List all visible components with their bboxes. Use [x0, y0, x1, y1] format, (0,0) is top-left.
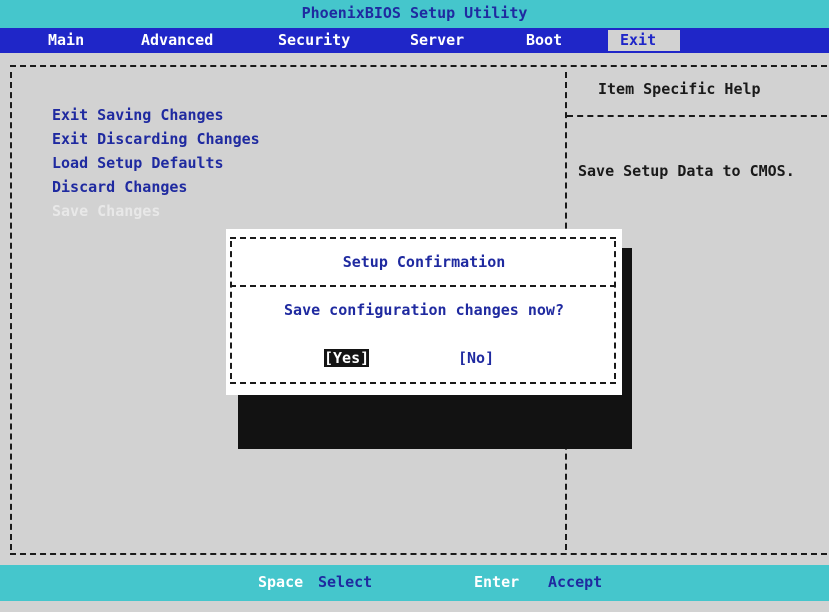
menu-boot[interactable]: Boot [520, 30, 568, 51]
confirmation-dialog: Setup Confirmation Save configuration ch… [226, 229, 622, 395]
frame-bottom-divider [10, 553, 827, 555]
title-bar: PhoenixBIOS Setup Utility [0, 0, 829, 28]
status-desc-select: Select [318, 573, 373, 591]
dialog-border-bottom [230, 382, 616, 384]
help-title: Item Specific Help [598, 80, 761, 98]
menu-main[interactable]: Main [42, 30, 90, 51]
status-key-enter: Enter [474, 573, 520, 591]
help-text: Save Setup Data to CMOS. [578, 162, 795, 180]
dialog-border-top [230, 237, 616, 239]
app-title: PhoenixBIOS Setup Utility [301, 4, 528, 22]
option-load-setup-defaults[interactable]: Load Setup Defaults [52, 154, 224, 172]
option-exit-saving-changes[interactable]: Exit Saving Changes [52, 106, 224, 124]
option-discard-changes[interactable]: Discard Changes [52, 178, 187, 196]
menu-security[interactable]: Security [272, 30, 356, 51]
option-exit-discarding-changes[interactable]: Exit Discarding Changes [52, 130, 260, 148]
menu-exit[interactable]: Exit [608, 30, 680, 51]
yes-button[interactable]: [Yes] [324, 349, 370, 367]
menu-server[interactable]: Server [404, 30, 470, 51]
status-desc-accept: Accept [548, 573, 603, 591]
no-button[interactable]: [No] [458, 349, 494, 367]
option-save-changes[interactable]: Save Changes [52, 202, 160, 220]
dialog-title: Setup Confirmation [342, 253, 506, 271]
menu-bar: Main Advanced Security Server Boot Exit [0, 28, 829, 53]
status-bar: Space Select Enter Accept [0, 565, 829, 601]
frame-left-border [10, 72, 12, 550]
help-divider [567, 115, 827, 117]
dialog-title-divider [230, 285, 616, 287]
frame-top-divider [10, 65, 827, 67]
yes-button-label: [Yes] [324, 349, 370, 367]
menu-advanced[interactable]: Advanced [135, 30, 219, 51]
dialog-message: Save configuration changes now? [284, 301, 564, 319]
status-key-space: Space [258, 573, 304, 591]
